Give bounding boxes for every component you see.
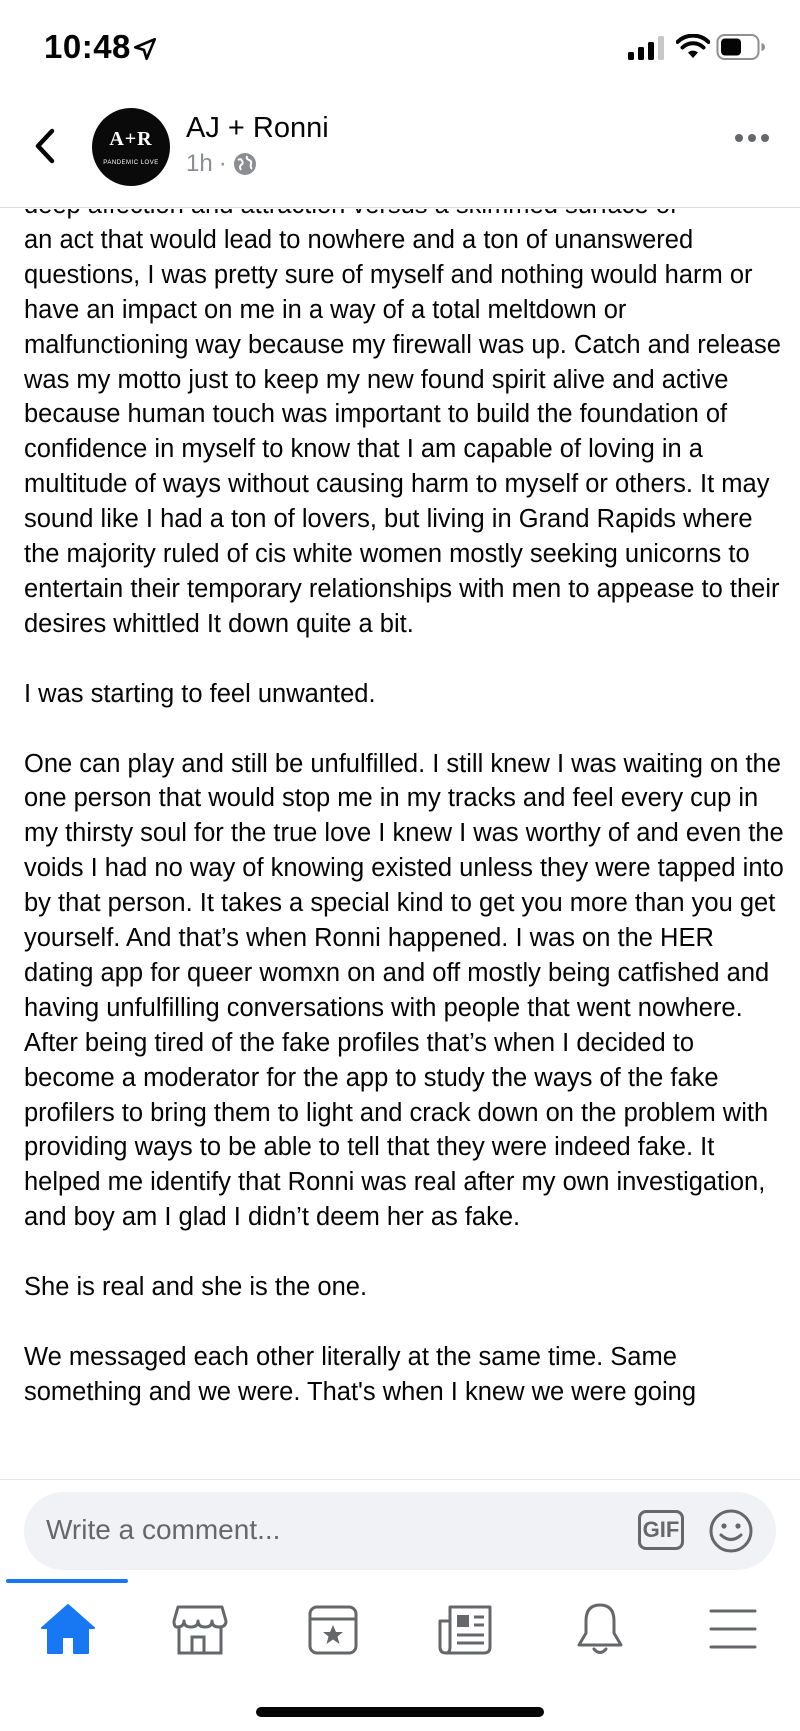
more-options-icon[interactable] <box>734 132 770 144</box>
home-indicator[interactable] <box>256 1707 544 1717</box>
avatar[interactable]: A+R PANDEMIC LOVE <box>92 108 170 186</box>
post-body: deep affection and attraction versus a s… <box>0 209 800 1479</box>
post-meta: 1h · <box>186 150 257 178</box>
home-icon[interactable] <box>38 1601 98 1657</box>
avatar-tagline: PANDEMIC LOVE <box>103 160 159 166</box>
news-icon[interactable] <box>436 1601 496 1657</box>
comment-placeholder: Write a comment... <box>46 1514 281 1545</box>
emoji-icon[interactable] <box>708 1508 754 1554</box>
battery-icon <box>716 34 765 60</box>
notifications-bell-icon[interactable] <box>570 1601 630 1657</box>
comment-input[interactable]: Write a comment... GIF <box>24 1492 776 1570</box>
active-tab-indicator <box>6 1579 128 1583</box>
cellular-signal-icon <box>628 36 664 60</box>
marketplace-icon[interactable] <box>170 1601 230 1657</box>
post-timestamp[interactable]: 1h <box>186 150 213 178</box>
wifi-icon <box>676 34 710 58</box>
events-icon[interactable] <box>303 1601 363 1657</box>
comment-bar: Write a comment... GIF <box>0 1479 800 1579</box>
location-arrow-icon <box>133 37 157 61</box>
post-header: A+R PANDEMIC LOVE AJ + Ronni 1h · <box>0 100 800 208</box>
status-time: 10:48 <box>44 28 131 65</box>
menu-icon[interactable] <box>703 1601 763 1657</box>
status-bar: 10:48 <box>0 0 800 100</box>
gif-button[interactable]: GIF <box>638 1510 684 1550</box>
tab-bar <box>0 1579 800 1731</box>
avatar-monogram: A+R <box>109 128 153 150</box>
post-text: deep affection and attraction versus a s… <box>24 209 784 1406</box>
author-name[interactable]: AJ + Ronni <box>186 112 329 145</box>
globe-icon <box>233 153 256 175</box>
back-arrow-icon[interactable] <box>30 126 60 166</box>
meta-separator: · <box>218 150 227 177</box>
